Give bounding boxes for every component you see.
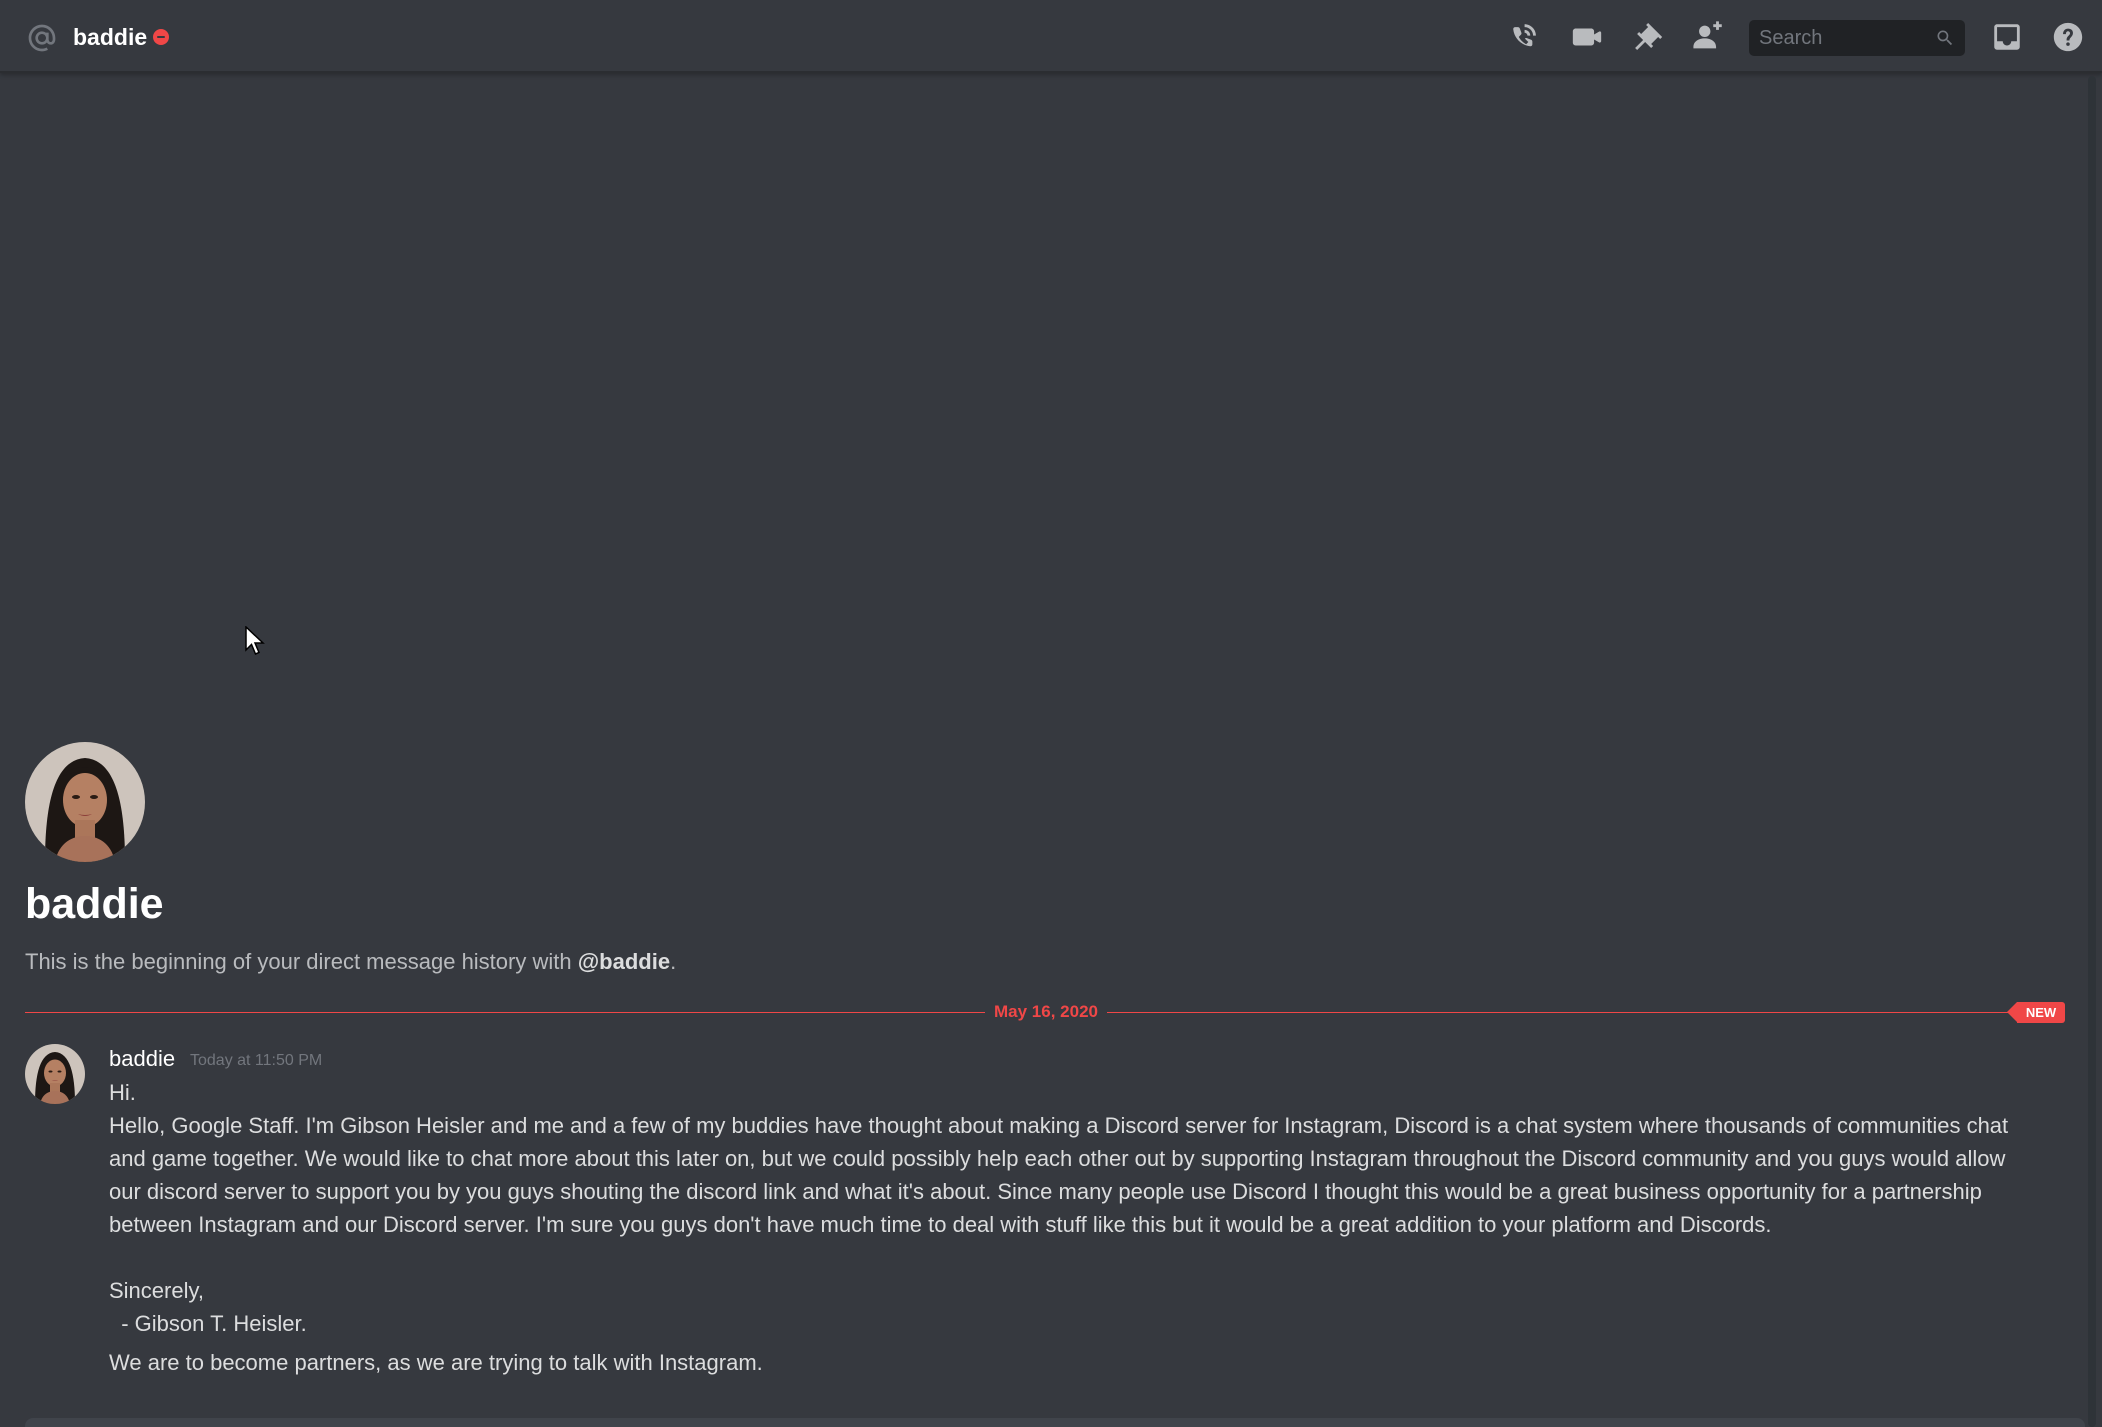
message-content: Hi. Hello, Google Staff. I'm Gibson Heis… — [109, 1076, 2029, 1379]
message-line-body: Hello, Google Staff. I'm Gibson Heisler … — [109, 1113, 2015, 1237]
message-line-signoff: Sincerely, — [109, 1278, 204, 1303]
header-channel-name: baddie — [73, 24, 148, 50]
message-composer-edge[interactable] — [25, 1418, 2085, 1427]
message-timestamp: Today at 11:50 PM — [190, 1052, 323, 1069]
add-friends-to-dm-icon[interactable] — [1692, 20, 1726, 54]
message-line-signature: - Gibson T. Heisler. — [109, 1311, 307, 1336]
welcome-subtitle-text: This is the beginning of your direct mes… — [25, 949, 578, 974]
welcome-subtitle: This is the beginning of your direct mes… — [25, 947, 676, 977]
message-line-followup: We are to become partners, as we are try… — [109, 1350, 763, 1375]
divider-date: May 16, 2020 — [994, 1002, 1098, 1021]
welcome-title: baddie — [25, 880, 164, 928]
mouse-cursor-icon — [245, 626, 265, 655]
help-icon[interactable] — [2051, 20, 2085, 54]
welcome-avatar[interactable] — [25, 742, 145, 862]
search-bar[interactable] — [1749, 20, 1965, 56]
dnd-status-icon — [153, 29, 169, 45]
channel-header: baddie — [0, 0, 2102, 73]
search-input[interactable] — [1749, 20, 1929, 56]
message-author[interactable]: baddie — [109, 1044, 175, 1074]
start-video-call-icon[interactable] — [1570, 20, 1604, 54]
discord-dm-window: baddie Search baddie This is the beginni… — [0, 0, 2102, 1427]
inbox-icon[interactable] — [1990, 20, 2024, 54]
start-voice-call-icon[interactable] — [1509, 20, 1543, 54]
welcome-subtitle-end: . — [670, 949, 677, 974]
new-messages-divider-left — [25, 1012, 985, 1013]
new-badge: NEW — [2007, 1002, 2065, 1023]
profile-photo-image — [25, 742, 145, 862]
author-photo-image — [25, 1044, 85, 1104]
search-icon — [1937, 30, 1953, 46]
welcome-mention[interactable]: @baddie — [578, 949, 670, 974]
scrollbar-track[interactable] — [2088, 76, 2096, 1427]
at-icon — [28, 24, 56, 52]
pinned-messages-icon[interactable] — [1631, 20, 1665, 54]
message-line-greeting: Hi. — [109, 1080, 136, 1105]
message-avatar[interactable] — [25, 1044, 85, 1104]
new-messages-divider-right — [1107, 1012, 2017, 1013]
